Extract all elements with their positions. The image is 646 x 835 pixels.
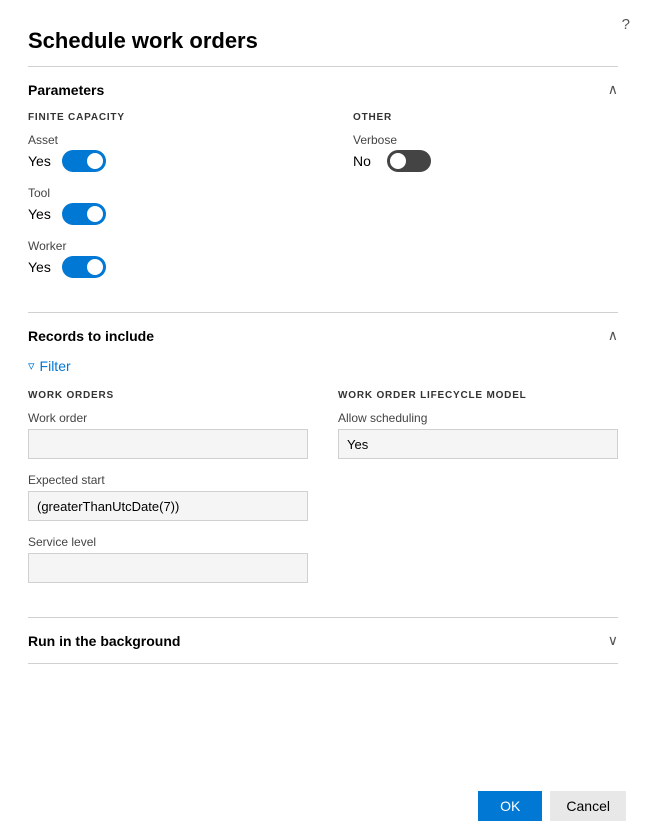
page-container: ? Schedule work orders Parameters ∧ FINI… — [0, 0, 646, 835]
records-chevron: ∧ — [608, 327, 618, 344]
records-columns: WORK ORDERS Work order Expected start Se… — [28, 390, 618, 597]
asset-toggle[interactable] — [62, 150, 106, 172]
expected-start-input[interactable] — [28, 491, 308, 521]
page-title: Schedule work orders — [0, 0, 646, 66]
parameters-chevron: ∧ — [608, 81, 618, 98]
allow-scheduling-label: Allow scheduling — [338, 411, 618, 425]
filter-icon: ▿ — [28, 358, 35, 374]
worker-toggle[interactable] — [62, 256, 106, 278]
work-orders-col-label: WORK ORDERS — [28, 390, 308, 401]
allow-scheduling-input[interactable] — [338, 429, 618, 459]
records-title: Records to include — [28, 328, 154, 344]
parameters-section: Parameters ∧ FINITE CAPACITY Asset Yes — [0, 67, 646, 312]
work-order-field: Work order — [28, 411, 308, 459]
verbose-value-row: No — [353, 150, 618, 172]
verbose-value-text: No — [353, 153, 379, 169]
verbose-label: Verbose — [353, 133, 618, 147]
filter-link[interactable]: ▿ Filter — [28, 358, 618, 374]
ok-button[interactable]: OK — [478, 791, 542, 821]
verbose-toggle-track — [387, 150, 431, 172]
tool-toggle[interactable] — [62, 203, 106, 225]
asset-label: Asset — [28, 133, 293, 147]
tool-toggle-track — [62, 203, 106, 225]
allow-scheduling-field: Allow scheduling — [338, 411, 618, 459]
run-background-chevron: ∨ — [608, 632, 618, 649]
finite-capacity-label: FINITE CAPACITY — [28, 112, 293, 123]
lifecycle-col-label: WORK ORDER LIFECYCLE MODEL — [338, 390, 618, 401]
verbose-toggle[interactable] — [387, 150, 431, 172]
verbose-param: Verbose No — [353, 133, 618, 172]
run-background-section: Run in the background ∨ — [0, 618, 646, 663]
records-content: ▿ Filter WORK ORDERS Work order Expected… — [0, 358, 646, 617]
other-col: OTHER Verbose No — [353, 112, 618, 292]
cancel-button[interactable]: Cancel — [550, 791, 626, 821]
asset-toggle-track — [62, 150, 106, 172]
help-icon[interactable]: ? — [622, 16, 630, 33]
run-background-title: Run in the background — [28, 633, 180, 649]
worker-value-row: Yes — [28, 256, 293, 278]
worker-value-text: Yes — [28, 259, 54, 275]
work-order-label: Work order — [28, 411, 308, 425]
other-label: OTHER — [353, 112, 618, 123]
tool-label: Tool — [28, 186, 293, 200]
footer: OK Cancel — [458, 777, 646, 835]
params-columns: FINITE CAPACITY Asset Yes — [28, 112, 618, 292]
lifecycle-col: WORK ORDER LIFECYCLE MODEL Allow schedul… — [338, 390, 618, 597]
worker-toggle-track — [62, 256, 106, 278]
parameters-content: FINITE CAPACITY Asset Yes — [0, 112, 646, 312]
asset-value-text: Yes — [28, 153, 54, 169]
worker-param: Worker Yes — [28, 239, 293, 278]
verbose-toggle-thumb — [390, 153, 406, 169]
service-level-field: Service level — [28, 535, 308, 583]
tool-value-text: Yes — [28, 206, 54, 222]
service-level-input[interactable] — [28, 553, 308, 583]
run-bg-divider — [28, 663, 618, 664]
expected-start-field: Expected start — [28, 473, 308, 521]
work-orders-col: WORK ORDERS Work order Expected start Se… — [28, 390, 308, 597]
asset-value-row: Yes — [28, 150, 293, 172]
expected-start-label: Expected start — [28, 473, 308, 487]
work-order-input[interactable] — [28, 429, 308, 459]
filter-label: Filter — [40, 358, 71, 374]
run-background-header[interactable]: Run in the background ∨ — [0, 618, 646, 663]
asset-toggle-thumb — [87, 153, 103, 169]
tool-toggle-thumb — [87, 206, 103, 222]
records-section-header[interactable]: Records to include ∧ — [0, 313, 646, 358]
parameters-section-header[interactable]: Parameters ∧ — [0, 67, 646, 112]
asset-param: Asset Yes — [28, 133, 293, 172]
service-level-label: Service level — [28, 535, 308, 549]
tool-value-row: Yes — [28, 203, 293, 225]
tool-param: Tool Yes — [28, 186, 293, 225]
finite-capacity-col: FINITE CAPACITY Asset Yes — [28, 112, 293, 292]
records-section: Records to include ∧ ▿ Filter WORK ORDER… — [0, 313, 646, 617]
parameters-title: Parameters — [28, 82, 104, 98]
worker-toggle-thumb — [87, 259, 103, 275]
worker-label: Worker — [28, 239, 293, 253]
